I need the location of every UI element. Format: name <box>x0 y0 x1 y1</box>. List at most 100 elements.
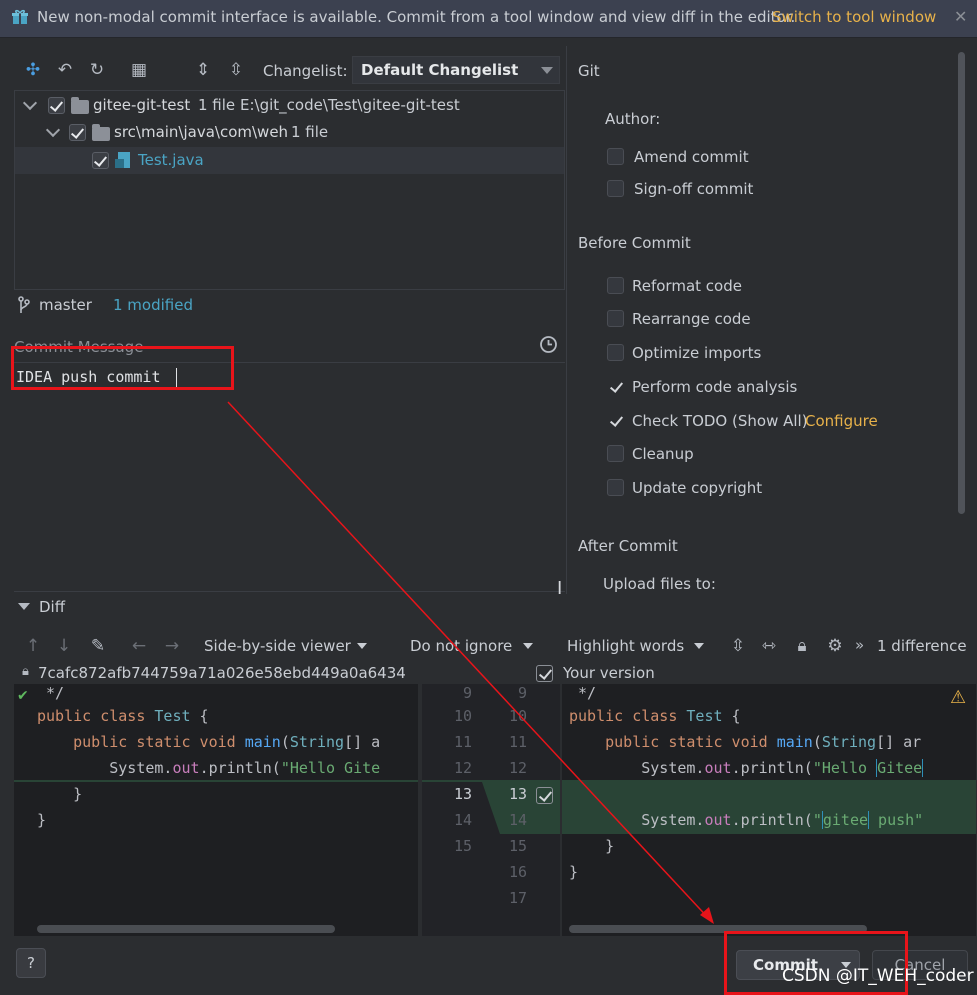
rollback-icon[interactable]: ↶ <box>54 59 76 81</box>
rearrange-code-label[interactable]: Rearrange code <box>632 310 751 328</box>
modified-count: 1 modified <box>113 296 193 314</box>
root-checkbox[interactable] <box>48 97 65 114</box>
left-gutter-12: 12 <box>453 759 472 777</box>
collapse-unchanged-icon[interactable]: ⇳ <box>727 635 749 657</box>
code-text: "Hello Gite <box>280 759 381 777</box>
signoff-commit-checkbox[interactable] <box>607 180 624 197</box>
chevron-down-icon <box>357 643 367 649</box>
code-text: [] ar <box>876 733 922 751</box>
tree-row-folder[interactable]: src\main\java\com\weh 1 file <box>15 119 564 146</box>
sync-scroll-icon[interactable]: ⇿ <box>758 635 780 657</box>
changed-word: gitee <box>821 811 870 829</box>
history-icon[interactable] <box>539 335 558 354</box>
code-text: String <box>821 733 877 751</box>
right-gutter-9: 9 <box>517 684 527 702</box>
code-text: { <box>722 707 741 725</box>
refresh-icon[interactable]: ↻ <box>86 59 108 81</box>
tree-row-file[interactable]: Test.java <box>15 147 564 174</box>
collapse-diff-icon[interactable] <box>18 603 30 610</box>
expand-all-icon[interactable]: ⇕ <box>192 59 214 81</box>
code-text: } <box>569 863 579 881</box>
chevron-down-icon <box>541 67 553 74</box>
code-text: push" <box>869 811 924 829</box>
code-text: } <box>37 811 47 829</box>
notification-banner: New non-modal commit interface is availa… <box>0 0 977 38</box>
reformat-code-checkbox[interactable] <box>607 277 624 294</box>
lock-icon[interactable]: 🔒︎ <box>791 635 813 657</box>
left-line-14: } <box>37 811 46 829</box>
arrow-down-icon[interactable]: ↓ <box>53 635 75 657</box>
code-text: { <box>190 707 209 725</box>
switch-to-tool-window-link[interactable]: Switch to tool window <box>772 8 936 26</box>
changelist-label: Changelist: <box>263 62 348 80</box>
code-text: public class <box>569 707 687 725</box>
branch-name[interactable]: master <box>39 296 92 314</box>
code-text: out <box>704 811 732 829</box>
file-checkbox[interactable] <box>92 152 109 169</box>
right-gutter-13: 13 <box>508 785 527 803</box>
check-todo-label[interactable]: Check TODO (Show All) <box>632 412 808 430</box>
changelist-value: Default Changelist <box>361 61 519 79</box>
left-horizontal-scrollbar[interactable] <box>37 925 335 933</box>
code-text: [] a <box>344 733 381 751</box>
code-text: out <box>704 759 732 777</box>
optimize-imports-label[interactable]: Optimize imports <box>632 344 761 362</box>
apply-change-checkbox[interactable] <box>536 787 553 804</box>
optimize-imports-checkbox[interactable] <box>607 344 624 361</box>
options-scrollbar[interactable] <box>958 52 965 514</box>
right-line-11: public static void main(String[] ar <box>569 733 969 751</box>
right-gutter-11: 11 <box>508 733 527 751</box>
lock-icon: 🔒︎ <box>22 664 29 679</box>
chevron-down-icon[interactable] <box>22 95 38 111</box>
right-gutter-12: 12 <box>508 759 527 777</box>
help-button[interactable]: ? <box>16 948 46 978</box>
viewer-dropdown[interactable]: Side-by-side viewer <box>193 633 383 659</box>
changelist-dropdown[interactable]: Default Changelist <box>352 56 560 84</box>
collapse-all-icon[interactable]: ⇳ <box>225 59 247 81</box>
update-copyright-label[interactable]: Update copyright <box>632 479 762 497</box>
left-gutter-13: 13 <box>453 785 472 803</box>
amend-commit-label[interactable]: Amend commit <box>634 148 749 166</box>
highlight-dropdown[interactable]: Highlight words <box>556 633 716 659</box>
amend-commit-checkbox[interactable] <box>607 148 624 165</box>
cleanup-label[interactable]: Cleanup <box>632 445 694 463</box>
java-file-icon <box>115 152 130 168</box>
arrow-right-icon[interactable]: → <box>161 635 183 657</box>
include-changes-checkbox[interactable] <box>536 665 553 682</box>
rearrange-code-checkbox[interactable] <box>607 310 624 327</box>
commit-message-input[interactable]: IDEA push commit <box>14 362 565 592</box>
reformat-code-label[interactable]: Reformat code <box>632 277 742 295</box>
configure-link[interactable]: Configure <box>805 412 878 430</box>
check-todo-checkbox[interactable] <box>607 412 624 429</box>
arrow-left-icon[interactable]: ← <box>128 635 150 657</box>
changes-tree: gitee-git-test 1 file E:\git_code\Test\g… <box>14 90 565 290</box>
left-line-11: public static void main(String[] a <box>37 733 417 751</box>
tree-row-root[interactable]: gitee-git-test 1 file E:\git_code\Test\g… <box>15 92 564 119</box>
panel-divider[interactable] <box>566 46 567 594</box>
highlight-value: Highlight words <box>567 637 685 655</box>
cleanup-checkbox[interactable] <box>607 445 624 462</box>
chevron-down-icon[interactable] <box>45 122 61 138</box>
folder-checkbox[interactable] <box>69 124 86 141</box>
code-analysis-checkbox[interactable] <box>607 378 624 395</box>
chevron-down-icon <box>523 643 533 649</box>
root-name: gitee-git-test <box>93 96 191 114</box>
code-text: */ <box>37 684 65 702</box>
edit-icon[interactable]: ✎ <box>87 635 109 657</box>
before-commit-title: Before Commit <box>578 234 691 252</box>
code-text: String <box>289 733 345 751</box>
signoff-commit-label[interactable]: Sign-off commit <box>634 180 753 198</box>
code-analysis-label[interactable]: Perform code analysis <box>632 378 797 396</box>
left-gutter-15: 15 <box>453 837 472 855</box>
close-icon[interactable]: ✕ <box>954 7 967 26</box>
code-text: main <box>776 733 813 751</box>
group-by-icon[interactable]: ▦ <box>128 59 150 81</box>
code-text: System. <box>569 759 705 777</box>
code-text: " <box>812 811 822 829</box>
update-copyright-checkbox[interactable] <box>607 479 624 496</box>
arrow-up-icon[interactable]: ↑ <box>22 635 44 657</box>
ignore-dropdown[interactable]: Do not ignore <box>398 633 546 659</box>
gear-icon[interactable]: ⚙ <box>824 635 846 657</box>
more-icon[interactable]: » <box>855 636 864 654</box>
show-diff-icon[interactable]: ✣ <box>22 59 44 81</box>
